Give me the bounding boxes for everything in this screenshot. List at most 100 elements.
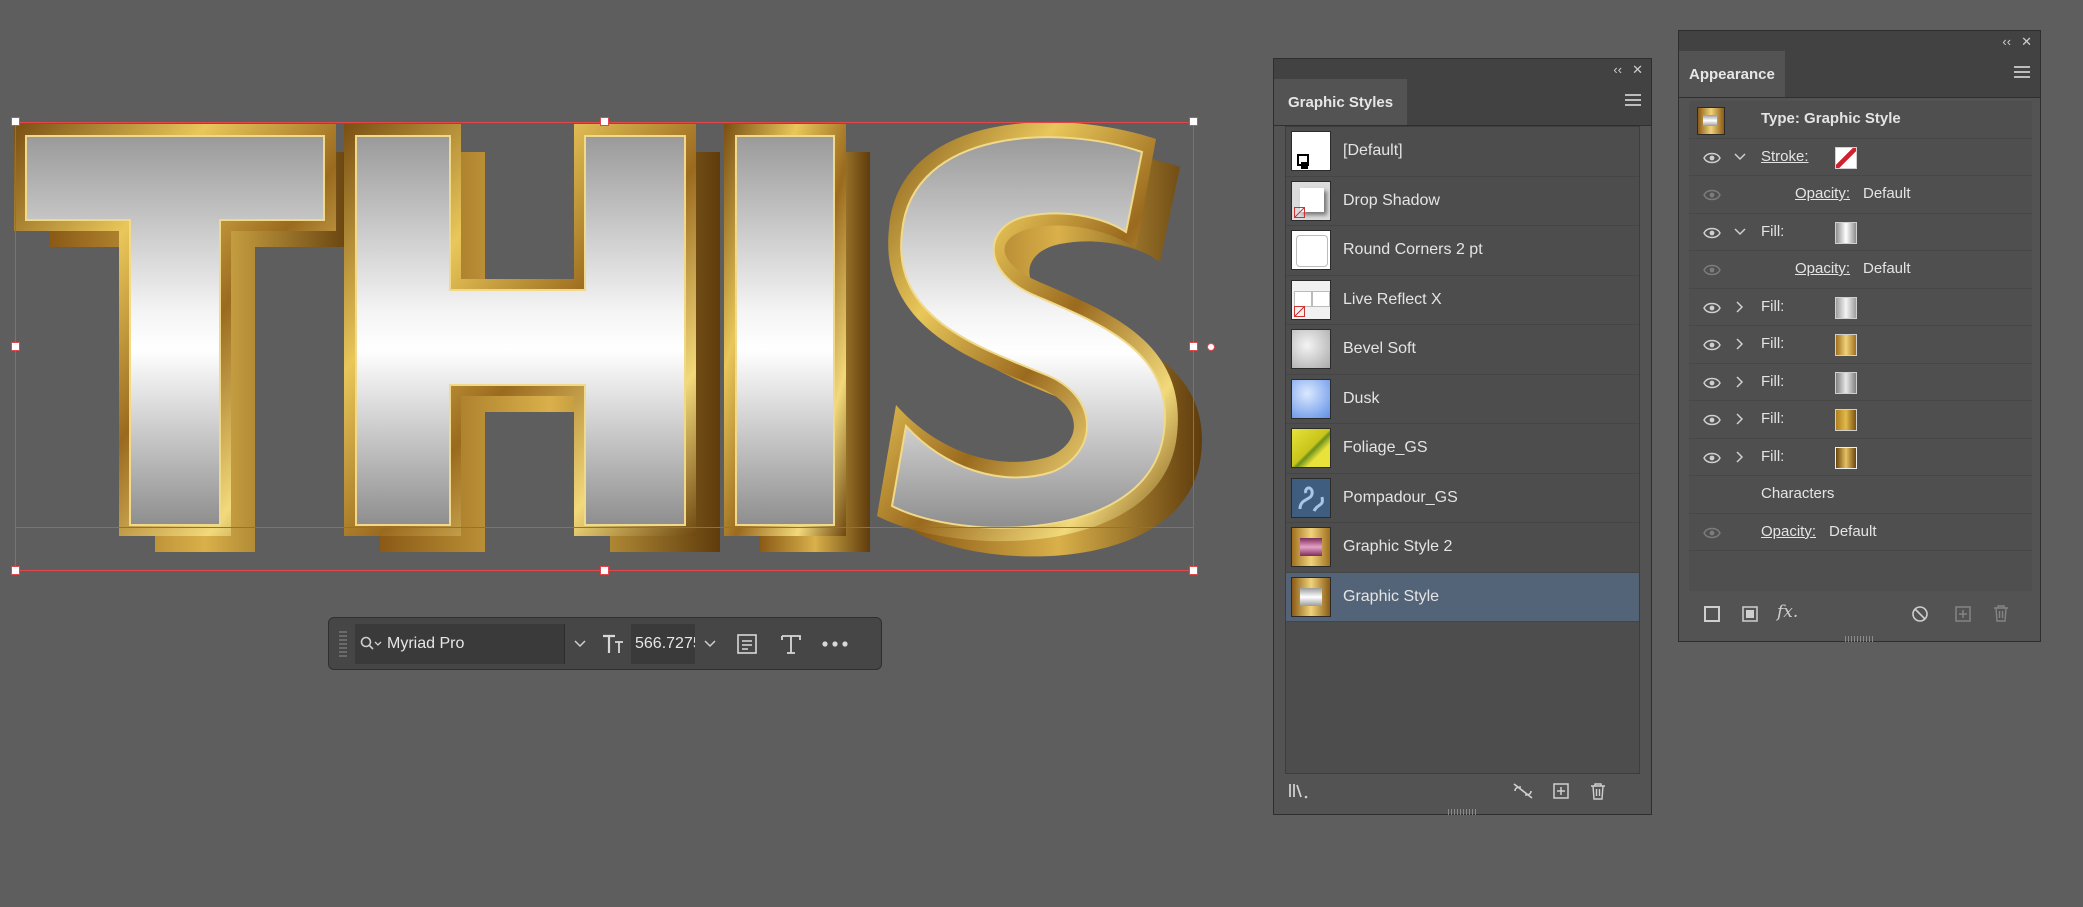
object-opacity-row[interactable]: Opacity: Default xyxy=(1689,514,2032,551)
appearance-type-row: Type: Graphic Style xyxy=(1689,101,2032,139)
opacity-label[interactable]: Opacity: xyxy=(1795,260,1850,277)
characters-row[interactable]: Characters xyxy=(1689,476,2032,514)
trash-icon[interactable] xyxy=(1993,604,2009,627)
list-item-label: Bevel Soft xyxy=(1343,340,1416,358)
list-item[interactable]: [Default] xyxy=(1286,127,1639,177)
chevron-right-icon[interactable] xyxy=(1733,337,1747,356)
collapse-panel-icon[interactable]: ‹‹ xyxy=(2002,35,2011,48)
panel-menu-icon[interactable] xyxy=(1625,94,1641,108)
handle-middle-left[interactable] xyxy=(11,342,20,351)
fill-row[interactable]: Fill: xyxy=(1689,439,2032,476)
eye-icon[interactable] xyxy=(1703,376,1721,394)
fill-row[interactable]: Fill: xyxy=(1689,289,2032,326)
font-name-value[interactable]: Myriad Pro xyxy=(387,635,464,653)
eye-icon[interactable] xyxy=(1703,188,1721,206)
clear-appearance-icon[interactable] xyxy=(1911,605,1929,628)
fill-swatch[interactable] xyxy=(1835,296,1857,319)
rotation-point[interactable] xyxy=(1207,343,1215,351)
chevron-right-icon[interactable] xyxy=(1733,450,1747,469)
chevron-down-icon[interactable] xyxy=(1733,225,1747,244)
fill-label[interactable]: Fill: xyxy=(1761,448,1784,465)
trash-icon[interactable] xyxy=(1590,782,1606,805)
fill-swatch[interactable] xyxy=(1835,221,1857,244)
stroke-opacity-row[interactable]: Opacity: Default xyxy=(1689,176,2032,214)
fill-label[interactable]: Fill: xyxy=(1761,223,1784,240)
tab-appearance[interactable]: Appearance xyxy=(1679,51,1785,97)
font-size-input[interactable]: 566.7275 xyxy=(631,623,695,664)
chevron-right-icon[interactable] xyxy=(1733,300,1747,319)
fill-row[interactable]: Fill: xyxy=(1689,214,2032,251)
list-item[interactable]: Drop Shadow xyxy=(1286,177,1639,226)
handle-bottom-center[interactable] xyxy=(600,566,609,575)
fill-label[interactable]: Fill: xyxy=(1761,410,1784,427)
list-item[interactable]: Live Reflect X xyxy=(1286,276,1639,325)
eye-icon[interactable] xyxy=(1703,451,1721,469)
add-new-stroke-icon[interactable] xyxy=(1703,605,1721,628)
fill-swatch[interactable] xyxy=(1835,446,1857,469)
list-item[interactable]: Pompadour_GS xyxy=(1286,474,1639,523)
add-new-fill-icon[interactable] xyxy=(1741,605,1759,628)
more-options-button[interactable] xyxy=(813,624,857,664)
font-dropdown-button[interactable] xyxy=(565,624,595,664)
fill-label[interactable]: Fill: xyxy=(1761,298,1784,315)
eye-icon[interactable] xyxy=(1703,301,1721,319)
panel-menu-icon[interactable] xyxy=(2014,66,2030,80)
list-item[interactable]: Round Corners 2 pt xyxy=(1286,226,1639,276)
font-family-field[interactable]: Myriad Pro xyxy=(355,623,565,664)
chevron-right-icon[interactable] xyxy=(1733,412,1747,431)
chevron-down-icon[interactable] xyxy=(1733,150,1747,169)
list-item[interactable]: Foliage_GS xyxy=(1286,424,1639,474)
style-graphic-style-2-thumbnail xyxy=(1291,527,1331,568)
collapse-panel-icon[interactable]: ‹‹ xyxy=(1613,63,1622,76)
opacity-label[interactable]: Opacity: xyxy=(1795,185,1850,202)
opacity-value: Default xyxy=(1829,522,1877,540)
eye-icon[interactable] xyxy=(1703,151,1721,169)
paragraph-options-button[interactable] xyxy=(725,624,769,664)
fill-label[interactable]: Fill: xyxy=(1761,335,1784,352)
duplicate-item-icon[interactable] xyxy=(1954,605,1972,628)
break-link-icon[interactable] xyxy=(1512,782,1534,805)
fill-opacity-row[interactable]: Opacity: Default xyxy=(1689,251,2032,289)
handle-bottom-right[interactable] xyxy=(1189,566,1198,575)
fill-row[interactable]: Fill: xyxy=(1689,326,2032,364)
opacity-label[interactable]: Opacity: xyxy=(1761,523,1816,540)
stroke-row[interactable]: Stroke: xyxy=(1689,139,2032,176)
drag-grip[interactable] xyxy=(339,630,347,657)
handle-top-center[interactable] xyxy=(600,117,609,126)
eye-icon[interactable] xyxy=(1703,226,1721,244)
font-size-dropdown-button[interactable] xyxy=(695,624,725,664)
stroke-swatch[interactable] xyxy=(1835,146,1857,169)
panel-resize-grip[interactable] xyxy=(1844,636,1875,642)
fx-icon[interactable]: fx. xyxy=(1777,602,1798,622)
search-icon[interactable] xyxy=(355,624,387,664)
fill-swatch[interactable] xyxy=(1835,371,1857,394)
tab-graphic-styles[interactable]: Graphic Styles xyxy=(1274,79,1408,125)
fill-label[interactable]: Fill: xyxy=(1761,373,1784,390)
eye-icon[interactable] xyxy=(1703,413,1721,431)
close-panel-icon[interactable]: ✕ xyxy=(1632,63,1643,76)
list-item-selected[interactable]: Graphic Style xyxy=(1286,572,1639,622)
close-panel-icon[interactable]: ✕ xyxy=(2021,35,2032,48)
characters-label[interactable]: Characters xyxy=(1761,485,1834,502)
style-graphic-style-thumbnail xyxy=(1291,576,1331,617)
panel-resize-grip[interactable] xyxy=(1447,809,1478,815)
fill-row[interactable]: Fill: xyxy=(1689,364,2032,401)
eye-icon[interactable] xyxy=(1703,338,1721,356)
list-item[interactable]: Dusk xyxy=(1286,375,1639,424)
handle-top-right[interactable] xyxy=(1189,117,1198,126)
eye-icon[interactable] xyxy=(1703,526,1721,544)
list-item[interactable]: Bevel Soft xyxy=(1286,325,1639,375)
new-graphic-style-icon[interactable] xyxy=(1552,782,1570,805)
eye-icon[interactable] xyxy=(1703,263,1721,281)
stroke-label[interactable]: Stroke: xyxy=(1761,148,1809,165)
list-item[interactable]: Graphic Style 2 xyxy=(1286,523,1639,573)
handle-middle-right[interactable] xyxy=(1189,342,1198,351)
character-options-button[interactable] xyxy=(769,624,813,664)
fill-swatch[interactable] xyxy=(1835,334,1857,356)
handle-bottom-left[interactable] xyxy=(11,566,20,575)
handle-top-left[interactable] xyxy=(11,117,20,126)
fill-row[interactable]: Fill: xyxy=(1689,401,2032,439)
chevron-right-icon[interactable] xyxy=(1733,375,1747,394)
graphic-style-libraries-icon[interactable] xyxy=(1288,782,1310,805)
fill-swatch[interactable] xyxy=(1835,409,1857,431)
